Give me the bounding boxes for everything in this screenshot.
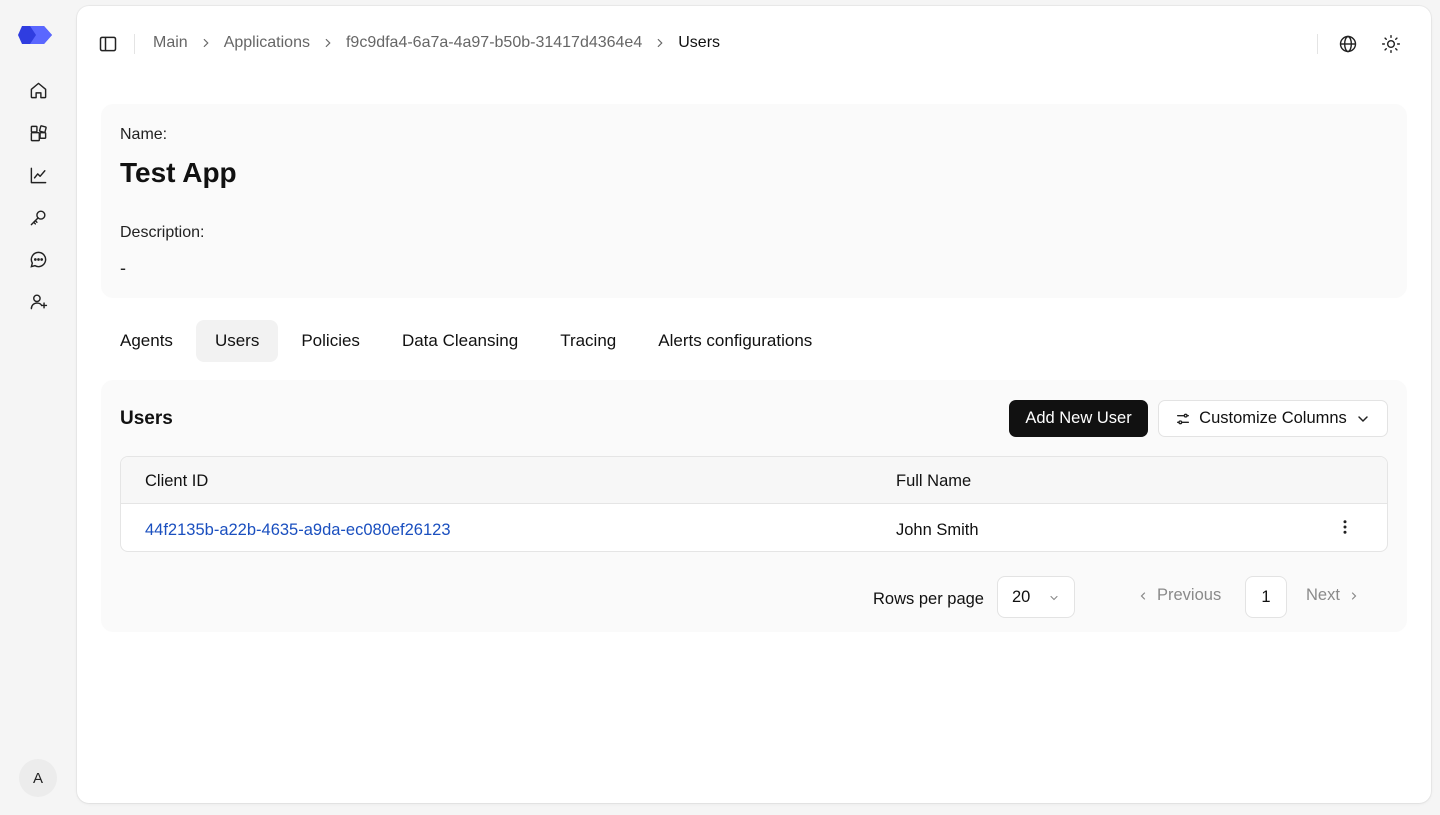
chevron-right-icon (321, 36, 335, 50)
users-card: Users Add New User Customize Columns Cli… (101, 380, 1407, 632)
next-label: Next (1306, 586, 1340, 604)
breadcrumb: Main Applications f9c9dfa4-6a7a-4a97-b50… (153, 34, 720, 52)
column-header-full-name[interactable]: Full Name (896, 472, 971, 491)
breadcrumb-current: Users (678, 34, 721, 51)
breadcrumb-applications[interactable]: Applications (224, 34, 310, 52)
description-label: Description: (120, 224, 205, 241)
user-plus-icon[interactable] (24, 287, 52, 315)
chat-icon[interactable] (24, 245, 52, 273)
divider (1317, 34, 1318, 54)
rows-per-page-label: Rows per page (873, 590, 984, 608)
sliders-icon (1177, 413, 1190, 424)
app-info-card: Name: Test App Description: - (101, 104, 1407, 298)
description-value: - (120, 258, 126, 278)
chevron-left-icon (1140, 591, 1146, 600)
rows-per-page-select[interactable]: 20 (997, 576, 1075, 618)
rows-per-page-value: 20 (1012, 587, 1031, 606)
tab-data-cleansing[interactable]: Data Cleansing (383, 320, 537, 362)
apps-icon[interactable] (24, 119, 52, 147)
users-table: Client ID Full Name 44f2135b-a22b-4635-a… (120, 456, 1388, 552)
divider (134, 34, 135, 54)
tab-alerts-configurations[interactable]: Alerts configurations (639, 320, 831, 362)
more-vertical-icon[interactable] (1335, 516, 1355, 538)
previous-label: Previous (1157, 586, 1222, 604)
key-icon[interactable] (24, 203, 52, 231)
table-header: Client ID Full Name (121, 457, 1387, 504)
chevron-down-icon (1358, 415, 1368, 422)
app-name: Test App (120, 157, 237, 188)
column-header-client-id[interactable]: Client ID (145, 472, 208, 491)
app-logo[interactable] (18, 24, 54, 46)
chevron-right-icon (653, 36, 667, 50)
chevron-right-icon (199, 36, 213, 50)
chevron-down-icon (1050, 595, 1058, 601)
page-number-button[interactable]: 1 (1245, 576, 1287, 618)
client-id-link[interactable]: 44f2135b-a22b-4635-a9da-ec080ef26123 (145, 521, 451, 540)
home-icon[interactable] (24, 76, 52, 104)
app-rail: A (0, 0, 76, 815)
tab-agents[interactable]: Agents (101, 320, 192, 362)
breadcrumb-app-id[interactable]: f9c9dfa4-6a7a-4a97-b50b-31417d4364e4 (346, 34, 642, 52)
tab-users[interactable]: Users (195, 320, 279, 362)
user-avatar[interactable]: A (19, 759, 57, 797)
tab-bar: Agents Users Policies Data Cleansing Tra… (101, 320, 835, 362)
breadcrumb-main[interactable]: Main (153, 34, 188, 52)
add-new-user-button[interactable]: Add New User (1009, 400, 1148, 437)
chart-icon[interactable] (24, 161, 52, 189)
full-name-cell: John Smith (896, 521, 979, 539)
customize-columns-label: Customize Columns (1199, 409, 1347, 427)
customize-columns-button[interactable]: Customize Columns (1158, 400, 1388, 437)
tab-policies[interactable]: Policies (282, 320, 379, 362)
chevron-right-icon (1351, 591, 1357, 600)
next-page-button[interactable]: Next (1306, 586, 1360, 605)
users-title: Users (120, 408, 173, 429)
main-panel: Main Applications f9c9dfa4-6a7a-4a97-b50… (77, 6, 1431, 803)
previous-page-button[interactable]: Previous (1137, 586, 1221, 605)
table-row[interactable]: 44f2135b-a22b-4635-a9da-ec080ef26123 Joh… (121, 504, 1387, 551)
sun-icon[interactable] (1379, 32, 1403, 56)
tab-tracing[interactable]: Tracing (541, 320, 635, 362)
sidebar-toggle-icon[interactable] (97, 33, 119, 55)
top-bar: Main Applications f9c9dfa4-6a7a-4a97-b50… (77, 24, 1431, 64)
globe-icon[interactable] (1336, 32, 1360, 56)
name-label: Name: (120, 126, 168, 143)
